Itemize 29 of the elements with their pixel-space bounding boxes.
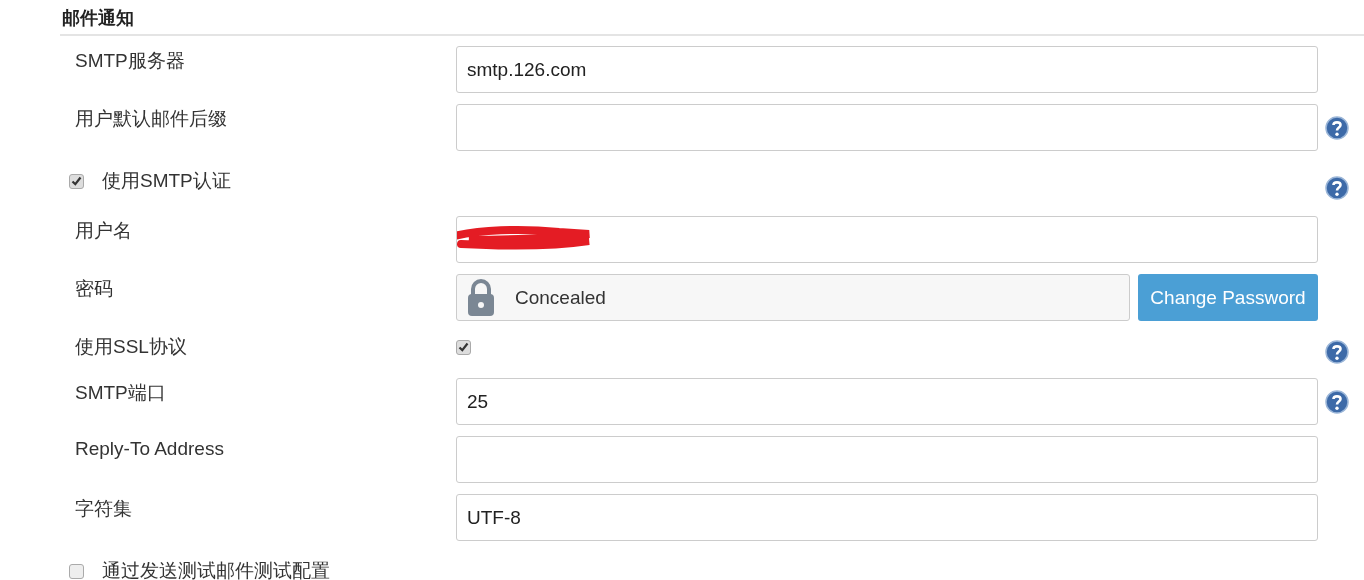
field-label: 用户默认邮件后缀 [74, 107, 228, 131]
help-icon[interactable] [1325, 340, 1349, 364]
help-icon[interactable] [1325, 116, 1349, 140]
checkbox-label: 通过发送测试邮件测试配置 [102, 559, 330, 580]
field-label: 密码 [74, 277, 114, 301]
checkbox[interactable] [69, 563, 84, 579]
field-label: 字符集 [74, 497, 133, 521]
field-label: SMTP服务器 [74, 49, 186, 73]
field-label: Reply-To Address [74, 437, 225, 460]
field-label: 使用SSL协议 [74, 335, 188, 359]
input-field[interactable]: 25 [456, 378, 1318, 425]
checkbox[interactable] [69, 173, 84, 189]
checkbox[interactable] [456, 339, 471, 355]
input-field[interactable] [456, 216, 1318, 263]
field-label: SMTP端口 [74, 381, 167, 405]
lock-icon [467, 278, 495, 317]
section-title: 邮件通知 [61, 7, 135, 30]
input-field[interactable]: smtp.126.com [456, 46, 1318, 93]
input-field[interactable] [456, 436, 1318, 483]
checkbox-label: 使用SMTP认证 [102, 169, 231, 193]
password-field[interactable]: Concealed [456, 274, 1130, 321]
help-icon[interactable] [1325, 176, 1349, 200]
input-field[interactable]: UTF-8 [456, 494, 1318, 541]
field-value: 25 [467, 390, 489, 413]
field-value: UTF-8 [467, 506, 521, 529]
field-value: smtp.126.com [467, 58, 587, 81]
help-icon[interactable] [1325, 390, 1349, 414]
input-field[interactable] [456, 104, 1318, 151]
field-label: 用户名 [74, 219, 133, 243]
